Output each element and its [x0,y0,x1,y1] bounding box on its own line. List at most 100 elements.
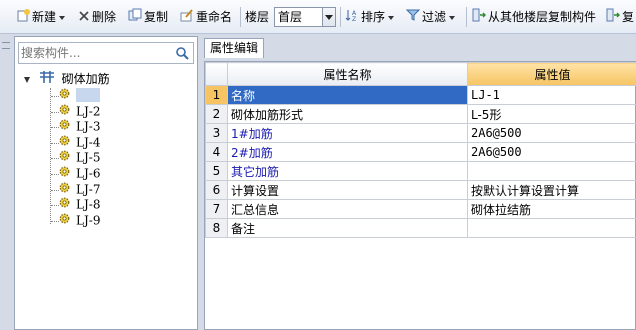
toolbar-separator [466,7,467,27]
chevron-down-icon [449,15,456,20]
tree-connector [51,205,59,207]
property-name-cell[interactable]: 备注 [227,218,468,238]
tree-connector [51,111,59,113]
rebar-component-icon [59,135,70,151]
tree-item[interactable]: LJ-9 [59,213,100,229]
new-label: 新建 [32,10,57,24]
tree-connector [51,220,59,222]
tree-item[interactable]: LJ-4 [59,135,100,151]
search-box[interactable] [18,42,194,64]
copy-label: 复制 [144,10,169,24]
search-icon[interactable] [175,46,189,63]
property-value-cell[interactable] [467,161,636,181]
copy-from-floor-button[interactable]: 从其他楼层复制构件 [472,8,596,26]
tree-item-label: LJ-4 [76,135,101,150]
table-row[interactable]: 2 砌体加筋形式 L-5形 [205,104,636,124]
tree-item[interactable]: LJ-2 [59,104,100,120]
table-row[interactable]: 5 其它加筋 [205,161,636,181]
delete-label: 删除 [92,10,117,24]
tree-root[interactable]: 砌体加筋 [23,70,110,88]
sort-icon: AZ [345,8,359,27]
property-name-cell[interactable]: 名称 [227,85,468,105]
filter-button[interactable]: 过滤 [405,8,456,26]
sort-button[interactable]: A Z 排序 [345,8,395,27]
property-name-cell[interactable]: 计算设置 [227,180,468,200]
property-value-cell[interactable] [467,218,636,238]
close-icon [78,9,90,27]
table-row[interactable]: 8 备注 [205,218,636,238]
tree-item-label: LJ-3 [76,119,101,134]
tree-item-label: LJ-8 [76,197,101,212]
tree-connector [51,189,59,191]
tree-connector [51,96,59,97]
property-value-cell[interactable]: 按默认计算设置计算 [467,180,636,200]
rename-label: 重命名 [196,10,233,24]
tree-item[interactable]: LJ-7 [59,182,100,198]
tree-connector [51,127,59,129]
property-grid: 属性名称 属性值 1 名称 LJ-1 2 砌体加筋形式 L-5形 3 1#加筋 2A6@500 4… [204,61,636,330]
tree-item-label: LJ-5 [76,150,101,165]
rebar-component-icon [59,88,70,104]
chevron-down-icon[interactable] [322,8,335,26]
tree-item[interactable]: LJ-3 [59,119,100,135]
copy-button[interactable]: 复制 [128,8,168,26]
table-row[interactable]: 4 2#加筋 2A6@500 [205,142,636,162]
copy-to-floor-label: 复 [622,10,635,24]
tree-root-label: 砌体加筋 [61,72,110,86]
rebar-component-icon [59,119,70,135]
row-number-header [205,62,228,86]
table-row[interactable]: 1 名称 LJ-1 [205,85,636,105]
toolbar-separator [340,7,341,27]
floor-value: 首层 [278,10,303,24]
floor-select[interactable]: 首层 [274,7,336,27]
property-name-cell[interactable]: 其它加筋 [227,161,468,181]
copy-floor-icon [472,8,486,27]
tree-item[interactable]: LJ-8 [59,197,100,213]
column-header-name[interactable]: 属性名称 [227,62,468,86]
table-row[interactable]: 7 汇总信息 砌体拉结筋 [205,199,636,219]
tab-property-edit[interactable]: 属性编辑 [204,38,264,58]
property-name-cell[interactable]: 汇总信息 [227,199,468,219]
property-value-cell[interactable]: L-5形 [467,104,636,124]
property-name-cell[interactable]: 砌体加筋形式 [227,104,468,124]
property-value-cell[interactable]: 砌体拉结筋 [467,199,636,219]
new-button[interactable]: 新建 [16,8,66,26]
row-number: 3 [205,123,228,143]
tree-item-label: LJ-9 [76,213,101,228]
tree-item-label: LJ-7 [76,181,101,196]
row-number: 1 [205,85,228,105]
tree-item[interactable]: LJ-1 [59,88,101,104]
chevron-down-icon [59,15,66,20]
copy-to-floor-button[interactable]: 复 [606,8,634,26]
collapsed-panel-strip[interactable] [0,36,12,330]
property-name-cell[interactable]: 1#加筋 [227,123,468,143]
column-header-value[interactable]: 属性值 [467,62,636,86]
table-row[interactable]: 6 计算设置 按默认计算设置计算 [205,180,636,200]
tree-item-label: LJ-6 [76,166,101,181]
rebar-component-icon [59,150,70,166]
tree-connector [50,88,51,224]
property-value-cell[interactable]: 2A6@500 [467,142,636,162]
tree-item[interactable]: LJ-6 [59,166,100,182]
tree-connector [51,158,59,160]
rename-button[interactable]: 重命名 [180,8,232,26]
collapse-icon[interactable] [23,71,31,89]
tree-connector [51,174,59,175]
row-number: 2 [205,104,228,124]
table-row[interactable]: 3 1#加筋 2A6@500 [205,123,636,143]
search-input[interactable] [21,45,171,61]
rebar-component-icon [59,213,70,229]
row-number: 8 [205,218,228,238]
property-name-cell[interactable]: 2#加筋 [227,142,468,162]
masonry-rebar-icon [39,70,55,89]
rebar-component-icon [59,166,70,182]
component-list-panel: 砌体加筋 LJ-1LJ-2LJ-3LJ-4LJ-5LJ-6LJ-7LJ-8LJ-… [14,36,198,330]
delete-button[interactable]: 删除 [78,8,116,26]
property-value-cell[interactable]: LJ-1 [467,85,636,105]
copy-floor-icon [606,8,620,27]
sort-label: 排序 [361,10,386,24]
tree-item[interactable]: LJ-5 [59,150,100,166]
row-number: 4 [205,142,228,162]
tree-item-label: LJ-1 [76,88,101,103]
property-value-cell[interactable]: 2A6@500 [467,123,636,143]
